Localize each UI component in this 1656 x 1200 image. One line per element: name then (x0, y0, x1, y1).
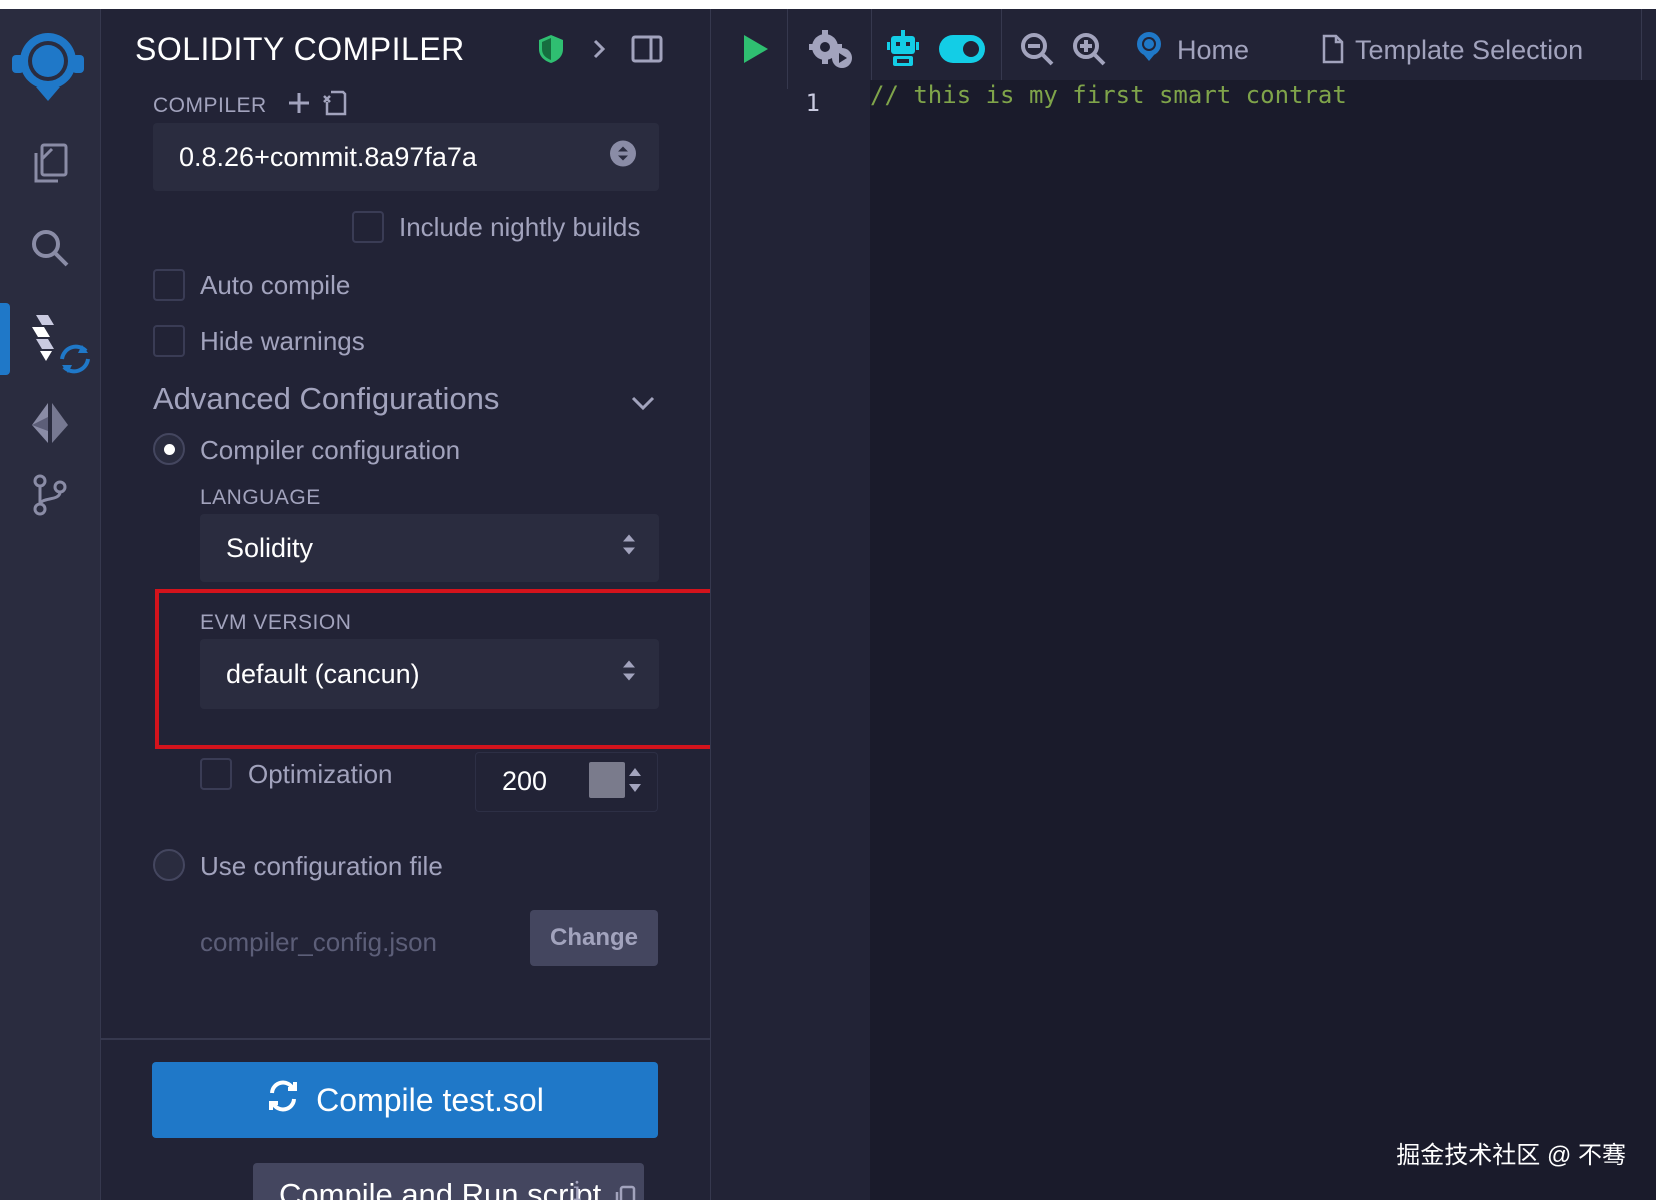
editor-gutter: 1 (710, 89, 870, 1200)
compiler-config-label: Compiler configuration (200, 435, 461, 465)
refresh-icon (266, 1079, 300, 1121)
nightly-builds-label: Include nightly builds (399, 212, 641, 242)
compiler-config-radio[interactable] (153, 433, 185, 465)
compiler-label: COMPILER (153, 94, 267, 117)
deploy-run-icon[interactable] (22, 395, 78, 451)
select-updown-icon (621, 531, 637, 566)
optimization-runs-value: 200 (502, 766, 548, 796)
toolbar-separator (787, 9, 788, 89)
panel-divider (101, 1038, 710, 1040)
select-updown-icon (609, 140, 637, 175)
zoom-out-icon[interactable] (1015, 27, 1059, 71)
nightly-builds-checkbox[interactable] (352, 211, 384, 243)
stepper-arrows-icon[interactable] (627, 762, 643, 803)
panel-toggle-icon[interactable] (629, 31, 665, 67)
code-editor[interactable]: // this is my first smart contrat (870, 80, 1656, 1200)
toolbar-separator (871, 9, 872, 89)
auto-compile-label: Auto compile (200, 270, 351, 300)
editor-toolbar: Home Template Selection (710, 9, 1656, 89)
shield-check-icon (533, 31, 569, 67)
use-config-file-radio[interactable] (153, 849, 185, 881)
compiler-version-select[interactable]: 0.8.26+commit.8a97fa7a (153, 123, 659, 191)
panel-title: SOLIDITY COMPILER (135, 31, 465, 67)
hide-warnings-checkbox[interactable] (153, 325, 185, 357)
toolbar-separator (1641, 9, 1642, 89)
language-select[interactable]: Solidity (200, 514, 659, 582)
evm-version-highlight (155, 589, 725, 749)
settings-run-icon[interactable] (809, 27, 853, 71)
home-tab-label[interactable]: Home (1177, 35, 1249, 66)
remix-logo-icon[interactable] (8, 25, 88, 105)
chevron-down-icon[interactable] (625, 385, 661, 421)
top-border (0, 0, 1656, 9)
language-value: Solidity (226, 532, 314, 563)
icon-sidebar (0, 9, 101, 1200)
use-config-file-label: Use configuration file (200, 851, 443, 881)
active-indicator (0, 303, 10, 375)
language-label: LANGUAGE (200, 486, 321, 509)
compile-button-label: Compile test.sol (316, 1081, 544, 1118)
run-script-icon[interactable] (733, 27, 777, 71)
solidity-compiler-icon[interactable] (26, 311, 92, 377)
line-number: 1 (805, 89, 820, 117)
chevron-right-icon[interactable] (581, 31, 617, 67)
compile-button[interactable]: Compile test.sol (152, 1062, 658, 1138)
change-config-button[interactable]: Change (530, 910, 658, 966)
info-icon[interactable]: i (573, 1177, 581, 1200)
file-explorer-icon[interactable] (22, 135, 78, 191)
optimization-label: Optimization (248, 759, 393, 789)
zoom-in-icon[interactable] (1067, 27, 1111, 71)
git-branch-icon[interactable] (22, 467, 78, 523)
ai-robot-icon[interactable] (881, 27, 925, 71)
stepper-box (589, 762, 625, 798)
file-icon (1311, 27, 1355, 71)
home-remix-icon[interactable] (1127, 25, 1171, 69)
load-compiler-icon[interactable] (317, 85, 353, 121)
toolbar-separator (1001, 9, 1002, 89)
copy-icon[interactable] (607, 1179, 643, 1200)
compiler-version-value: 0.8.26+commit.8a97fa7a (179, 141, 477, 172)
compile-and-run-button[interactable]: Compile and Run script (253, 1163, 644, 1200)
advanced-config-title[interactable]: Advanced Configurations (153, 381, 499, 417)
hide-warnings-label: Hide warnings (200, 326, 365, 356)
watermark-text: 掘金技术社区 @ 不骞 (1396, 1142, 1626, 1169)
template-selection-tab-label[interactable]: Template Selection (1355, 35, 1583, 66)
auto-compile-checkbox[interactable] (153, 269, 185, 301)
optimization-runs-input[interactable]: 200 (475, 752, 658, 812)
add-compiler-icon[interactable] (281, 85, 317, 121)
search-icon[interactable] (22, 220, 78, 276)
optimization-checkbox[interactable] (200, 758, 232, 790)
code-line[interactable]: // this is my first smart contrat (870, 81, 1347, 109)
ai-toggle-switch[interactable] (937, 27, 987, 71)
config-file-path: compiler_config.json (200, 927, 438, 957)
